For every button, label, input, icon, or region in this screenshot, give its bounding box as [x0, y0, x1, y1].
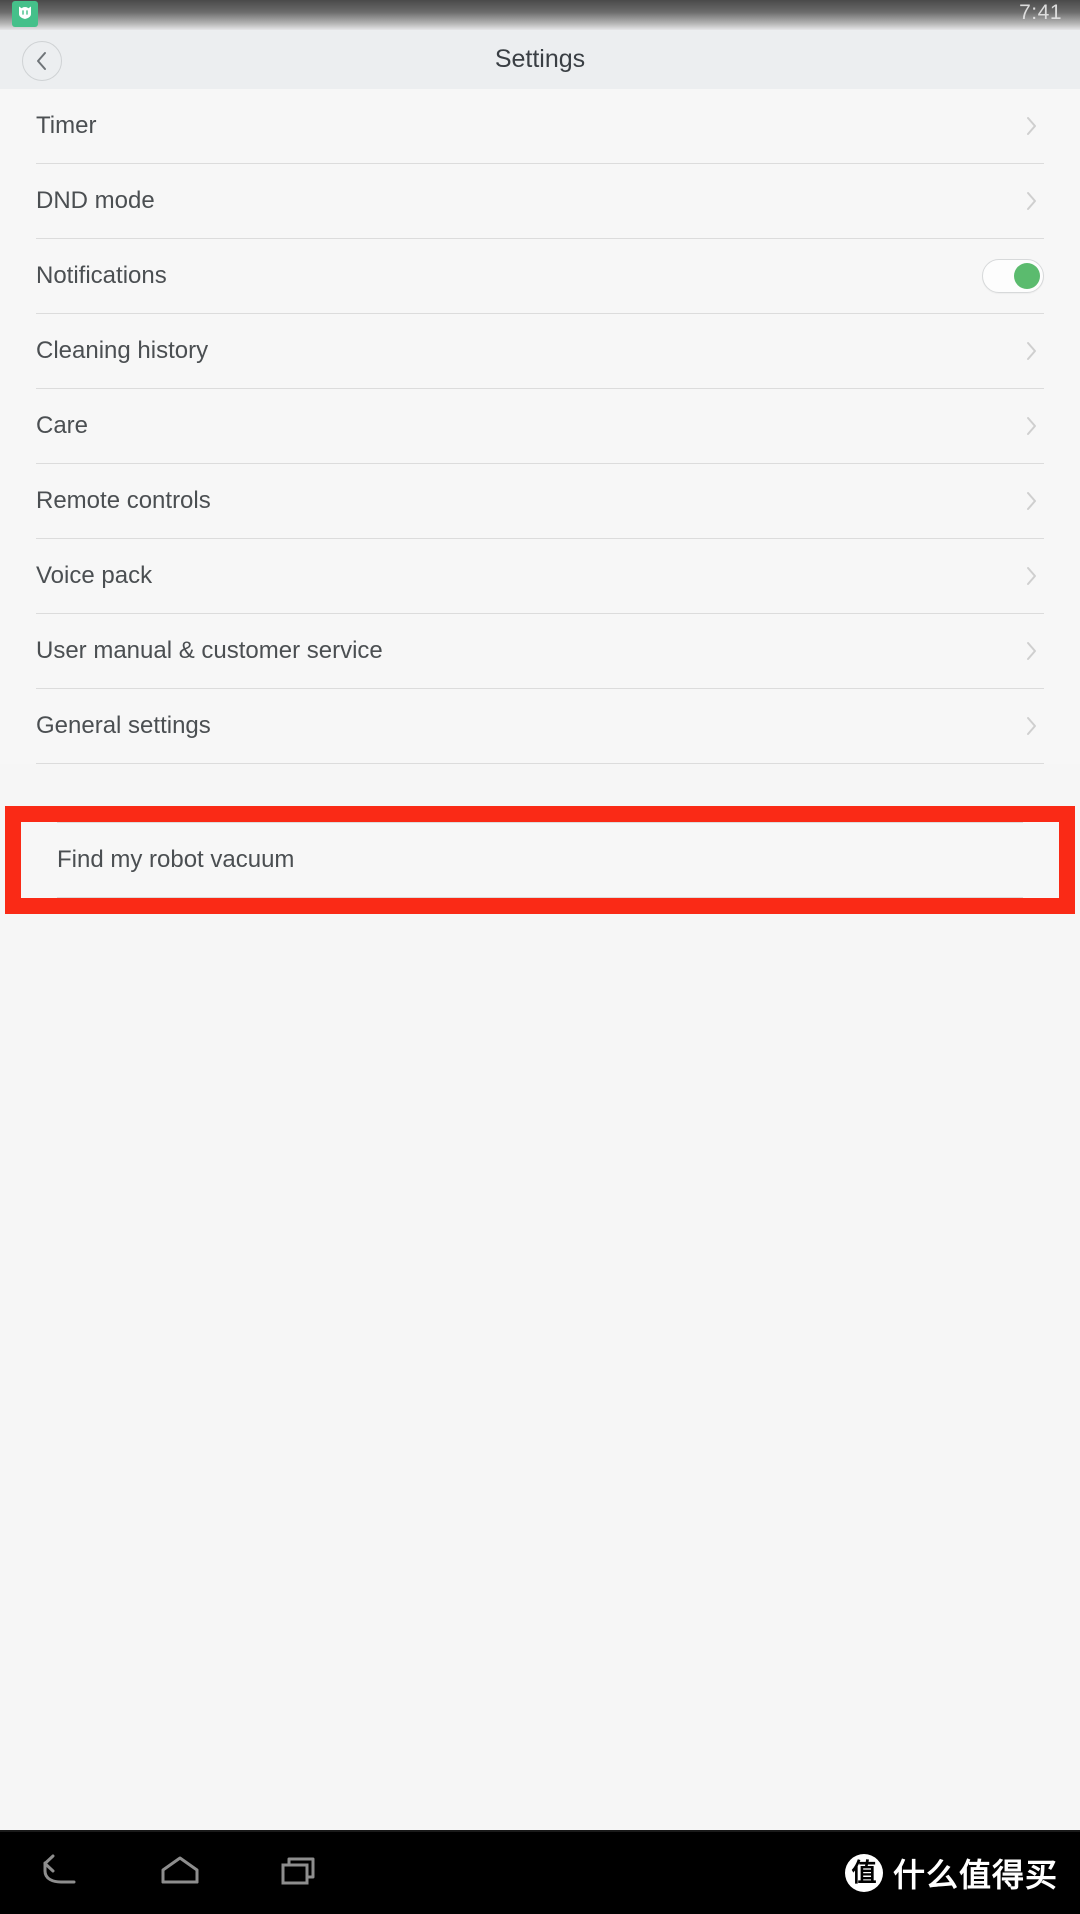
- home-nav-button[interactable]: [120, 1831, 240, 1914]
- site-watermark: 值 什么值得买: [844, 1850, 1058, 1896]
- status-bar-clock: 7:41: [1019, 1, 1062, 24]
- settings-row-label: Notifications: [36, 262, 167, 289]
- chevron-right-icon: [1018, 188, 1044, 214]
- mi-home-app-icon: [12, 1, 38, 27]
- settings-row-care[interactable]: Care: [0, 389, 1080, 463]
- settings-row-label: Find my robot vacuum: [57, 846, 295, 873]
- settings-row-voice-pack[interactable]: Voice pack: [0, 539, 1080, 613]
- settings-group-find-device: Find my robot vacuum: [21, 822, 1059, 898]
- settings-row-remote-controls[interactable]: Remote controls: [0, 464, 1080, 538]
- settings-row-user-manual[interactable]: User manual & customer service: [0, 614, 1080, 688]
- page-title: Settings: [494, 45, 586, 73]
- group-separator-gap: [0, 764, 1080, 806]
- settings-row-label: Cleaning history: [36, 337, 209, 364]
- settings-row-label: Timer: [36, 112, 97, 139]
- status-bar: 7:41: [0, 0, 1080, 30]
- chevron-right-icon: [1018, 488, 1044, 514]
- settings-group-primary: Timer DND mode Notifications Cleaning hi…: [0, 89, 1080, 764]
- toggle-knob: [1014, 263, 1040, 289]
- settings-row-general-settings[interactable]: General settings: [0, 689, 1080, 763]
- chevron-right-icon: [1018, 563, 1044, 589]
- recents-icon: [276, 1854, 324, 1893]
- settings-row-label: User manual & customer service: [36, 637, 383, 664]
- settings-row-find-my-robot-vacuum[interactable]: Find my robot vacuum: [21, 823, 1059, 897]
- highlight-annotation-box: Find my robot vacuum: [5, 806, 1075, 914]
- settings-row-label: General settings: [36, 712, 211, 739]
- chevron-right-icon: [1018, 638, 1044, 664]
- back-arrow-icon: [36, 1854, 84, 1893]
- watermark-badge: 值: [844, 1854, 883, 1892]
- settings-row-label: Voice pack: [36, 562, 153, 589]
- back-button[interactable]: [22, 41, 62, 81]
- row-divider: [57, 897, 1023, 898]
- chevron-right-icon: [1018, 338, 1044, 364]
- mi-logo-glyph: [17, 4, 33, 24]
- settings-row-label: Care: [36, 412, 89, 439]
- phone-screen: 7:41 Settings Timer DND mode Notificatio…: [0, 0, 1080, 1914]
- back-nav-button[interactable]: [0, 1831, 120, 1914]
- settings-row-timer[interactable]: Timer: [0, 89, 1080, 163]
- home-icon: [156, 1854, 204, 1893]
- settings-row-label: Remote controls: [36, 487, 211, 514]
- settings-list[interactable]: Timer DND mode Notifications Cleaning hi…: [0, 89, 1080, 1830]
- chevron-left-icon: [34, 50, 50, 72]
- settings-row-notifications[interactable]: Notifications: [0, 239, 1080, 313]
- watermark-text: 什么值得买: [892, 1856, 1058, 1894]
- settings-row-cleaning-history[interactable]: Cleaning history: [0, 314, 1080, 388]
- chevron-right-icon: [1018, 413, 1044, 439]
- notifications-toggle[interactable]: [982, 259, 1044, 293]
- android-navigation-bar: 值 什么值得买: [0, 1830, 1080, 1914]
- recents-nav-button[interactable]: [240, 1831, 360, 1914]
- title-bar: Settings: [0, 30, 1080, 89]
- settings-row-label: DND mode: [36, 187, 155, 214]
- settings-row-dnd-mode[interactable]: DND mode: [0, 164, 1080, 238]
- chevron-right-icon: [1018, 713, 1044, 739]
- chevron-right-icon: [1018, 113, 1044, 139]
